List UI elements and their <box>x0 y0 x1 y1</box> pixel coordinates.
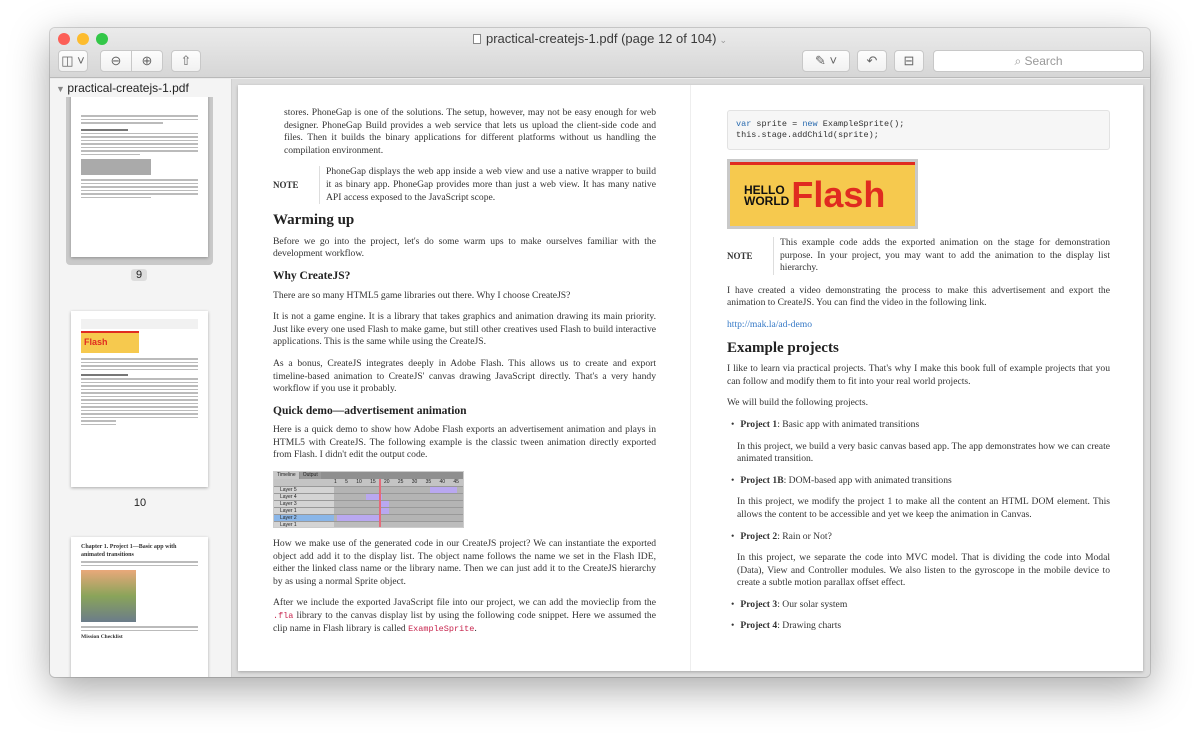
frame-label: 10 <box>356 479 362 486</box>
timeline-layer-row: Layer 5 <box>274 486 463 494</box>
frame-label: 40 <box>439 479 445 486</box>
output-tab: Output <box>299 472 321 480</box>
list-item: Project 1: Basic app with animated trans… <box>727 419 1110 466</box>
frame-label: 5 <box>345 479 348 486</box>
flash-timeline-screenshot: Timeline Output 1 5 10 15 20 25 30 35 40 <box>273 471 464 529</box>
timeline-layer-row: Layer 1 <box>274 507 463 515</box>
right-page: var sprite = new ExampleSprite(); this.s… <box>727 110 1110 642</box>
search-input[interactable]: ⌕ Search <box>933 50 1144 72</box>
window-title[interactable]: practical-createjs-1.pdf (page 12 of 104… <box>50 31 1150 46</box>
code-block: var sprite = new ExampleSprite(); this.s… <box>727 110 1110 150</box>
note-box: NOTE PhoneGap displays the web app inside… <box>273 166 656 205</box>
list-item: Project 4: Drawing charts <box>727 620 1110 633</box>
document-icon <box>472 34 481 44</box>
thumb-flash-banner: Flash <box>81 331 139 353</box>
zoom-in-button[interactable]: ⊕ <box>131 50 163 72</box>
document-view[interactable]: stores. PhoneGap is one of the solutions… <box>232 79 1150 677</box>
timeline-tab: Timeline <box>274 472 299 480</box>
page-divider <box>690 85 691 671</box>
zoom-out-button[interactable]: ⊖ <box>100 50 132 72</box>
list-item: Project 1B: DOM-based app with animated … <box>727 475 1110 522</box>
share-button[interactable]: ⇧ <box>171 50 201 72</box>
rotate-icon: ↶ <box>866 53 878 68</box>
ad-demo-link[interactable]: http://mak.la/ad-demo <box>727 319 812 330</box>
timeline-layer-row: Layer 3 <box>274 500 463 508</box>
page-thumbnail-10[interactable]: Flash <box>71 311 208 487</box>
left-page: stores. PhoneGap is one of the solutions… <box>273 107 656 634</box>
sidebar-file-header[interactable]: ▼ practical-createjs-1.pdf <box>50 79 231 97</box>
frame-label: 45 <box>453 479 459 486</box>
sidebar-icon: ◫ ˅ <box>61 53 85 68</box>
heading-example-projects: Example projects <box>727 339 839 356</box>
disclosure-triangle-icon[interactable]: ▼ <box>56 84 67 94</box>
frame-ruler: 1 5 10 15 20 25 30 35 40 45 <box>334 479 463 487</box>
search-icon: ⌕ <box>1014 53 1025 68</box>
title-bar: practical-createjs-1.pdf (page 12 of 104… <box>50 28 1150 78</box>
heading-warming-up: Warming up <box>273 212 355 229</box>
hello-world-flash-banner: HELLO WORLD Flash <box>727 159 918 229</box>
zoom-out-icon: ⊖ <box>110 53 122 68</box>
share-icon: ⇧ <box>180 53 192 68</box>
chevron-down-icon: ⌄ <box>719 35 728 45</box>
page-label: 9 <box>131 269 147 281</box>
list-item: Project 3: Our solar system <box>727 599 1110 612</box>
preview-window: practical-createjs-1.pdf (page 12 of 104… <box>50 28 1150 677</box>
page-thumbnail-11[interactable]: Chapter 1. Project 1—Basic app with anim… <box>71 537 208 677</box>
frame-label: 35 <box>425 479 432 486</box>
markup-button[interactable]: ✎ ˅ <box>802 50 850 72</box>
page-thumbnail-9[interactable] <box>71 79 208 257</box>
pdf-page-spread: stores. PhoneGap is one of the solutions… <box>238 85 1143 671</box>
pen-icon: ✎ ˅ <box>814 53 838 68</box>
timeline-layer-row: Layer 2 <box>274 514 463 522</box>
timeline-tabs: Timeline Output <box>274 472 463 480</box>
frame-label: 1 <box>334 479 337 486</box>
timeline-layer-row: Layer 4 <box>274 493 463 501</box>
timeline-layer-row: Layer 1 <box>274 521 463 528</box>
list-item: Project 2: Rain or Not?In this project, … <box>727 531 1110 590</box>
thumbnail-sidebar: ▼ practical-createjs-1.pdf 9 Flash 10 Ch… <box>50 79 232 677</box>
note-box: NOTE This example code adds the exported … <box>727 237 1110 275</box>
toolbox-icon: ⊟ <box>903 53 915 68</box>
project-list: Project 1: Basic app with animated trans… <box>727 419 1110 633</box>
layer-header <box>274 479 334 487</box>
frame-label: 25 <box>397 479 404 486</box>
frame-label: 20 <box>383 479 390 486</box>
zoom-in-icon: ⊕ <box>141 53 153 68</box>
rotate-button[interactable]: ↶ <box>857 50 887 72</box>
page-label: 10 <box>133 497 147 509</box>
frame-label: 15 <box>370 479 376 486</box>
toolbox-button[interactable]: ⊟ <box>894 50 924 72</box>
sidebar-toggle-button[interactable]: ◫ ˅ <box>58 50 88 72</box>
frame-label: 30 <box>411 479 418 486</box>
playhead <box>379 479 381 528</box>
